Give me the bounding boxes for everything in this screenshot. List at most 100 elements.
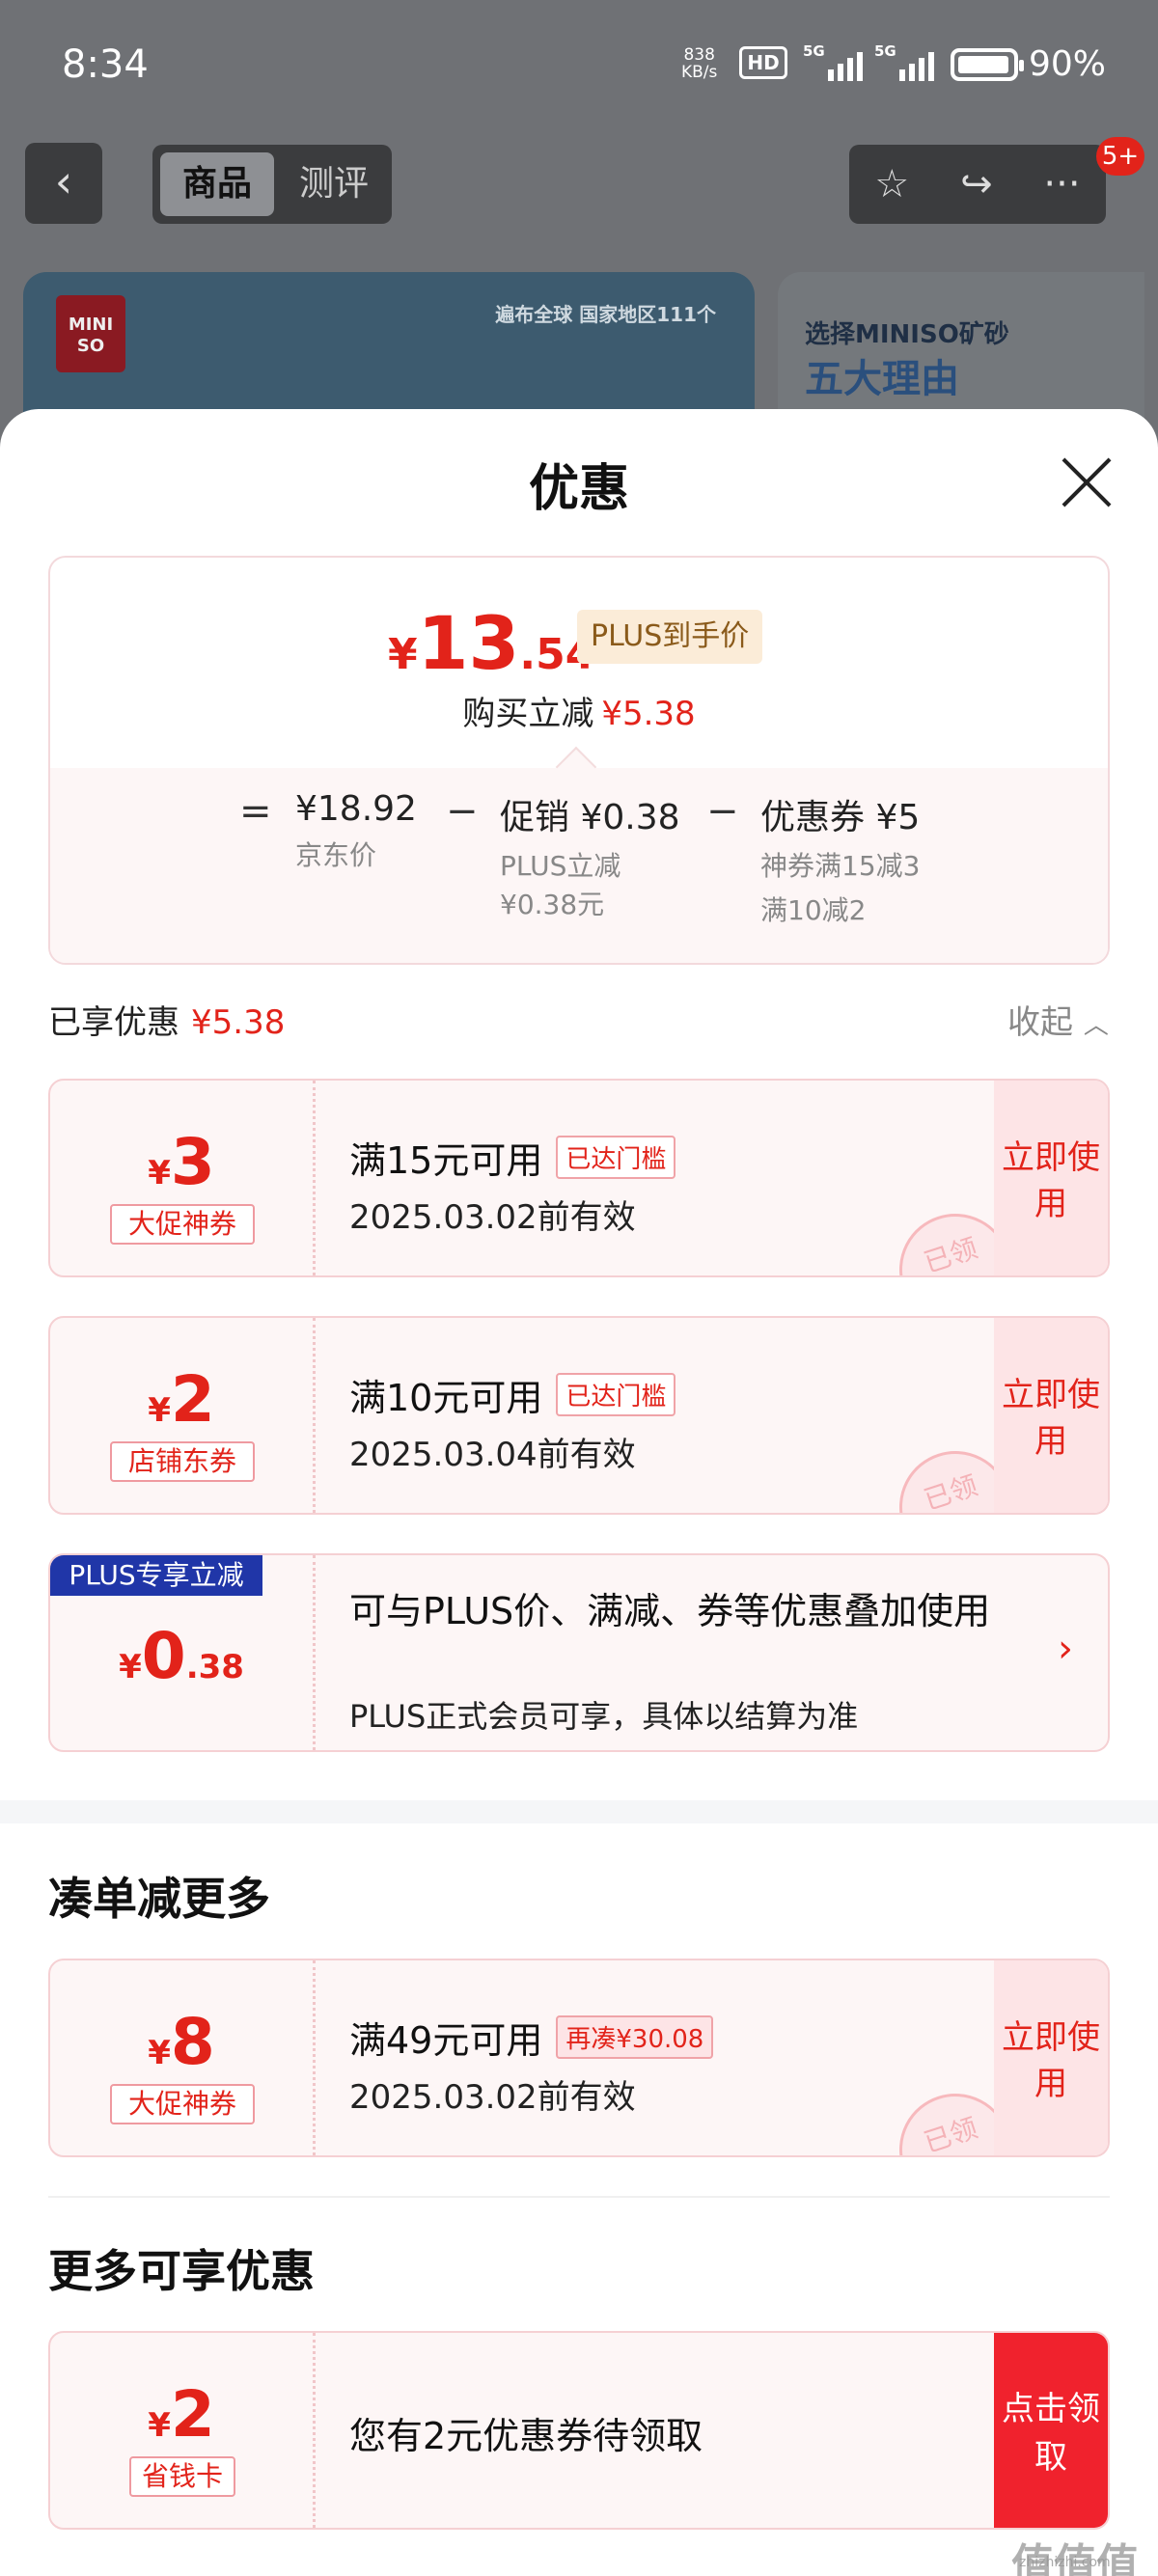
- sheet-title: 优惠: [528, 460, 629, 518]
- page-tabs: 商品 测评: [152, 145, 392, 224]
- coupon-divider: [313, 1555, 316, 1750]
- share-icon[interactable]: ↪: [960, 162, 993, 206]
- coupon-card: ¥2 店铺东券 满10元可用 已达门槛 2025.03.04前有效 已领 立即使…: [48, 1316, 1110, 1515]
- formula-jd-price: ¥18.92 京东价: [295, 789, 417, 875]
- discount-sheet: 优惠 ¥13.54 PLUS到手价 购买立减 ¥5.38 = ¥18.92 京东价…: [0, 409, 1158, 2576]
- condition-text: 满10元可用: [349, 1377, 543, 1419]
- coupon-symbol: ¥: [148, 2406, 171, 2445]
- plus-amount-int: 0: [141, 1619, 186, 1693]
- plus-description: 可与PLUS价、满减、券等优惠叠加使用: [349, 1590, 991, 1632]
- watermark-url: zhizhizhi.com: [1019, 2555, 1111, 2570]
- formula-minus-1: −: [446, 789, 479, 834]
- coupon-sub-2: 满10减2: [760, 894, 867, 926]
- status-bar: 8:34 838 KB/s HD 5G 5G 90%: [0, 0, 1158, 135]
- jd-price-value: ¥18.92: [295, 789, 417, 829]
- plus-amount-dec: .38: [185, 1648, 244, 1686]
- coupon-validity: 2025.03.04前有效: [349, 1436, 636, 1474]
- coupon-divider: [313, 1318, 316, 1513]
- coupon-amount-value: 3: [170, 1125, 215, 1199]
- condition-text: 满49元可用: [349, 2019, 543, 2062]
- enjoyed-label: 已享优惠: [48, 1003, 179, 1042]
- banner-text: 遍布全球 国家地区111个: [495, 303, 716, 326]
- coupon-symbol: ¥: [148, 1391, 171, 1430]
- coupon-symbol: ¥: [148, 1154, 171, 1192]
- sig1-label: 5G: [803, 42, 825, 60]
- plus-symbol: ¥: [119, 1648, 142, 1686]
- coupon-type: 大促神券: [110, 1204, 255, 1245]
- clock: 8:34: [62, 42, 149, 87]
- coupon-card: ¥3 大促神券 满15元可用 已达门槛 2025.03.02前有效 已领 立即使…: [48, 1079, 1110, 1277]
- coupon-amount-value: 8: [170, 2005, 215, 2079]
- pending-coupon-text: 您有2元优惠券待领取: [349, 2415, 703, 2457]
- section-divider: [48, 2196, 1110, 2198]
- side-banner-line1: 选择MINISO矿砂: [805, 320, 1009, 349]
- use-now-button[interactable]: 立即使用: [994, 1318, 1108, 1513]
- condition-text: 满15元可用: [349, 1139, 543, 1182]
- enjoyed-discount: 已享优惠 ¥5.38: [48, 996, 285, 1043]
- claim-button[interactable]: 点击领取: [994, 2333, 1108, 2528]
- section-gap: [0, 1800, 1158, 1823]
- star-icon[interactable]: ☆: [874, 162, 909, 206]
- plus-discount-card[interactable]: PLUS专享立减 ¥0.38 可与PLUS价、满减、券等优惠叠加使用 PLUS正…: [48, 1553, 1110, 1752]
- coupon-card: ¥2 省钱卡 您有2元优惠券待领取 点击领取: [48, 2331, 1110, 2530]
- use-now-button[interactable]: 立即使用: [994, 1081, 1108, 1275]
- coupon-divider: [313, 1081, 316, 1275]
- instant-discount: 购买立减 ¥5.38: [50, 687, 1108, 734]
- promo-sub-2: ¥0.38元: [500, 889, 605, 920]
- close-icon[interactable]: [1060, 455, 1114, 509]
- coupon-amount: ¥2: [50, 2377, 313, 2452]
- final-price: ¥13.54: [388, 600, 594, 686]
- price-summary-card: ¥13.54 PLUS到手价 购买立减 ¥5.38 = ¥18.92 京东价 − …: [48, 556, 1110, 965]
- price-formula: = ¥18.92 京东价 − 促销 ¥0.38 PLUS立减 ¥0.38元 − …: [50, 789, 1108, 944]
- formula-promo: 促销 ¥0.38 PLUS立减 ¥0.38元: [500, 789, 680, 924]
- instant-value: ¥5.38: [601, 695, 696, 733]
- plus-price-tag: PLUS到手价: [577, 610, 763, 664]
- chevron-right-icon: ›: [1058, 1627, 1073, 1671]
- collapse-button[interactable]: 收起 ︿: [1007, 996, 1109, 1043]
- coupon-amount: ¥8: [50, 2005, 313, 2079]
- final-price-symbol: ¥: [388, 630, 418, 679]
- coupon-value: 优惠券 ¥5: [760, 798, 921, 837]
- chevron-up-icon: ︿: [1083, 1011, 1109, 1040]
- tab-product[interactable]: 商品: [160, 152, 274, 216]
- formula-minus-2: −: [706, 789, 739, 834]
- coupon-card: ¥8 大促神券 满49元可用 再凑¥30.08 2025.03.02前有效 已领…: [48, 1959, 1110, 2157]
- more-icon[interactable]: ···: [1043, 162, 1080, 206]
- instant-label: 购买立减: [462, 695, 594, 733]
- tab-review[interactable]: 测评: [286, 152, 382, 216]
- formula-coupon: 优惠券 ¥5 神券满15减3 满10减2: [760, 789, 920, 930]
- plus-amount: ¥0.38: [50, 1619, 313, 1693]
- section-title-more: 凑单减更多: [48, 1873, 270, 1925]
- sig2-label: 5G: [874, 42, 896, 60]
- promo-sub-1: PLUS立减: [500, 850, 621, 882]
- plus-label: PLUS专享立减: [50, 1555, 262, 1596]
- jd-price-label: 京东价: [295, 839, 377, 871]
- coupon-type: 大促神券: [110, 2084, 255, 2124]
- coupon-amount-value: 2: [170, 2377, 215, 2452]
- back-button[interactable]: ‹: [25, 143, 102, 224]
- coupon-validity: 2025.03.02前有效: [349, 1198, 636, 1237]
- enjoyed-value: ¥5.38: [191, 1003, 286, 1042]
- chevron-left-icon: ‹: [54, 155, 73, 207]
- use-now-button[interactable]: 立即使用: [994, 1960, 1108, 2155]
- section-title-extra: 更多可享优惠: [48, 2245, 315, 2297]
- threshold-badge: 已达门槛: [556, 1373, 676, 1416]
- coupon-condition: 满10元可用 已达门槛: [349, 1368, 676, 1421]
- coupon-type: 省钱卡: [129, 2456, 235, 2497]
- coupon-validity: 2025.03.02前有效: [349, 2078, 636, 2117]
- network-speed: 838 KB/s: [681, 46, 717, 81]
- battery-percent: 90%: [1029, 44, 1107, 84]
- coupon-amount: ¥3: [50, 1125, 313, 1199]
- coupon-condition: 满15元可用 已达门槛: [349, 1131, 676, 1184]
- coupon-divider: [313, 1960, 316, 2155]
- plus-note: PLUS正式会员可享，具体以结算为准: [349, 1698, 859, 1735]
- side-banner-line2: 五大理由: [805, 357, 959, 401]
- action-group: ☆ ↪ ···: [849, 145, 1106, 224]
- collapse-label: 收起: [1007, 1003, 1073, 1042]
- miniso-logo: MINI SO: [56, 295, 125, 372]
- message-badge: 5+: [1096, 137, 1144, 176]
- coupon-condition: 满49元可用 再凑¥30.08: [349, 2011, 714, 2064]
- coupon-divider: [313, 2333, 316, 2528]
- promo-value: 促销 ¥0.38: [500, 798, 680, 837]
- hd-voice-icon: HD: [739, 46, 787, 79]
